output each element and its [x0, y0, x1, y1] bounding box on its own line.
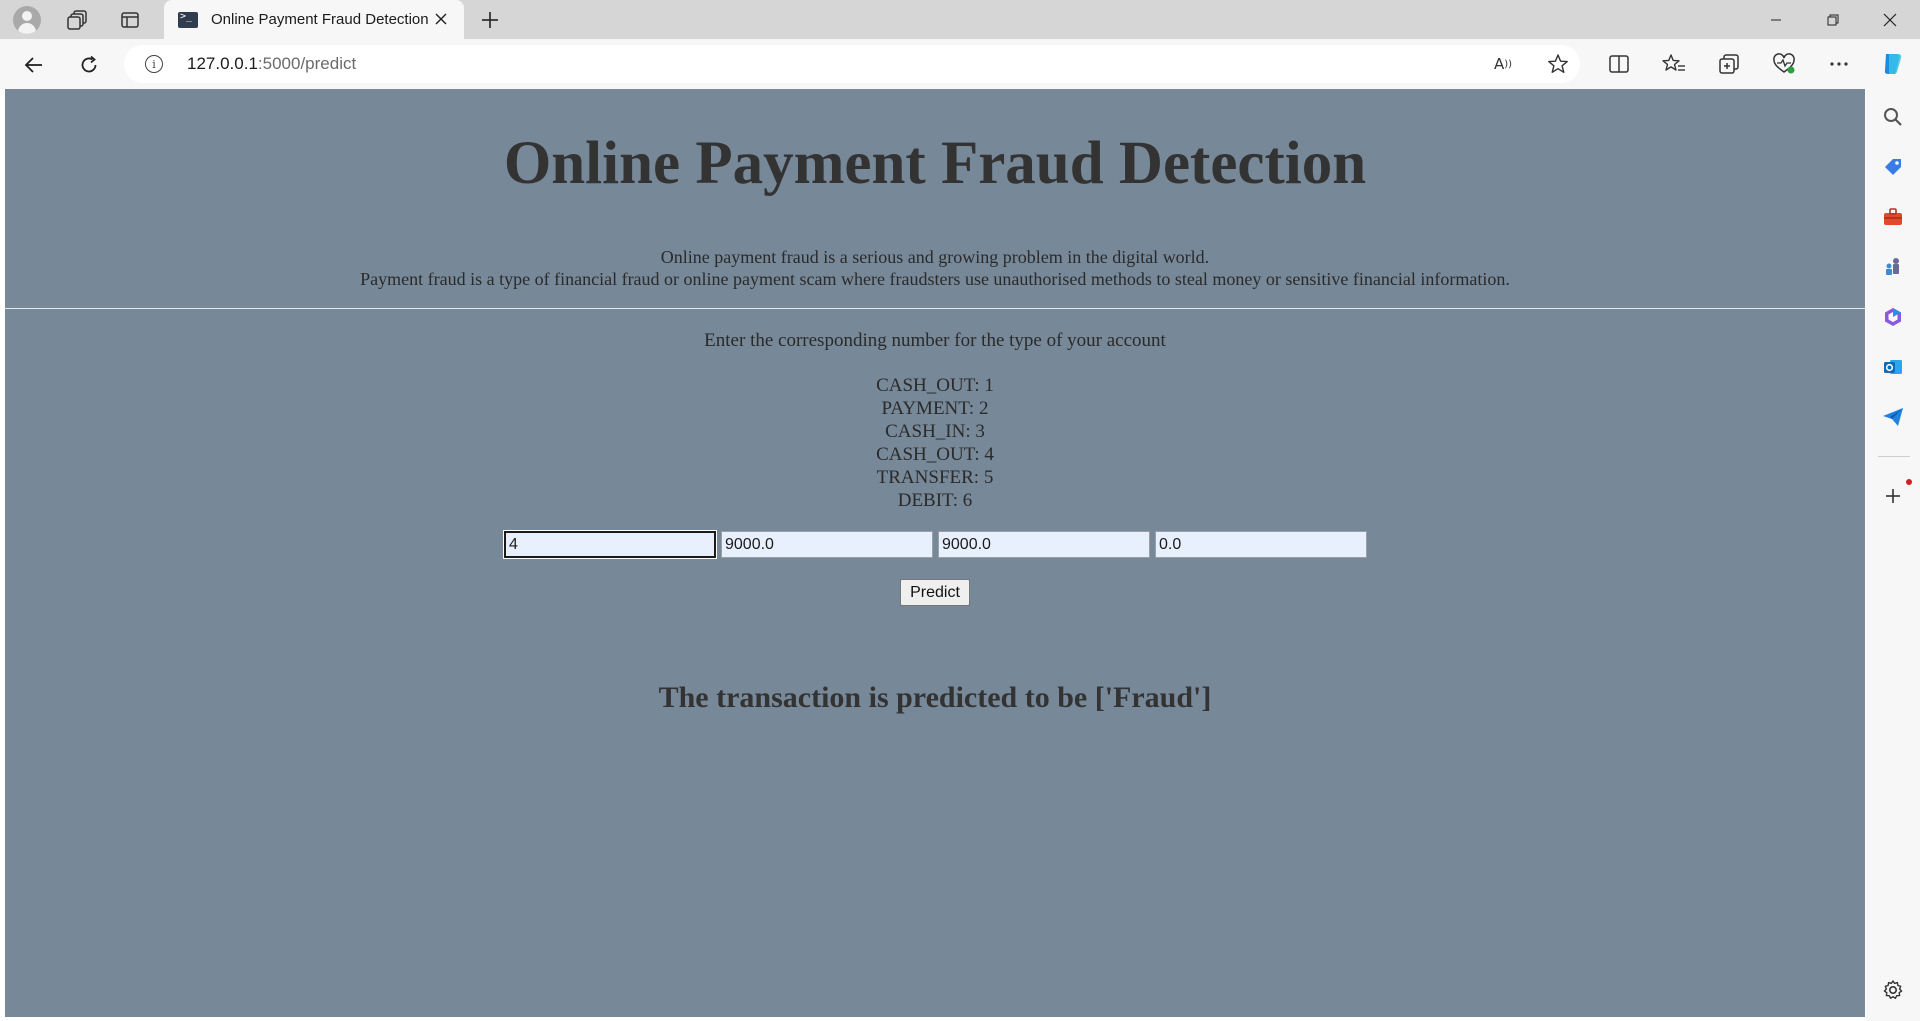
title-bar: Online Payment Fraud Detection: [0, 0, 1920, 39]
page-title: Online Payment Fraud Detection: [503, 130, 1367, 197]
sidebar-outlook-button[interactable]: [1878, 352, 1908, 382]
account-type-item: CASH_OUT: 1: [876, 375, 994, 396]
collections-icon: [1719, 54, 1739, 74]
back-button[interactable]: [18, 49, 50, 81]
sidebar-add-button[interactable]: [1878, 481, 1908, 511]
browser-toolbar: i 127.0.0.1:5000/predict A)): [0, 39, 1920, 89]
close-window-icon: [1883, 13, 1897, 26]
close-icon: [435, 13, 447, 25]
refresh-icon: [81, 55, 97, 73]
microsoft-365-icon: [1885, 308, 1901, 326]
sidebar-search-button[interactable]: [1878, 102, 1908, 132]
amount-input[interactable]: [721, 531, 933, 558]
browser-essentials-icon: [1773, 53, 1795, 74]
tab-actions-icon: [121, 12, 139, 28]
account-type-input[interactable]: [503, 530, 717, 559]
restore-icon: [1827, 14, 1839, 25]
url-text[interactable]: 127.0.0.1:5000/predict: [187, 54, 356, 74]
notification-dot: [1906, 479, 1912, 485]
tools-icon: [1884, 208, 1902, 225]
browser-essentials-button[interactable]: [1769, 50, 1799, 78]
read-aloud-icon[interactable]: A)): [1491, 52, 1515, 76]
edge-sidebar: [1866, 89, 1920, 1021]
split-screen-button[interactable]: [1604, 50, 1634, 78]
prediction-form: [503, 530, 1367, 559]
plus-icon: [482, 12, 498, 28]
account-type-item: PAYMENT: 2: [881, 398, 989, 419]
page-viewport: Online Payment Fraud Detection Online pa…: [5, 89, 1865, 1017]
tab-actions-button[interactable]: [115, 6, 145, 34]
favorites-icon: [1662, 54, 1685, 71]
search-icon: [1884, 108, 1902, 126]
outlook-icon: [1884, 360, 1902, 374]
account-type-item: CASH_IN: 3: [885, 421, 985, 442]
active-tab[interactable]: Online Payment Fraud Detection: [164, 0, 464, 39]
refresh-button[interactable]: [73, 49, 105, 81]
favorites-button[interactable]: [1659, 50, 1689, 78]
terminal-favicon-icon: [178, 11, 198, 28]
more-button[interactable]: [1824, 50, 1854, 78]
address-bar[interactable]: i 127.0.0.1:5000/predict A)): [124, 45, 1580, 83]
close-window-button[interactable]: [1863, 0, 1917, 39]
close-tab-button[interactable]: [430, 8, 452, 30]
games-icon: [1886, 258, 1899, 275]
collections-button[interactable]: [1714, 50, 1744, 78]
sidebar-tools-button[interactable]: [1878, 202, 1908, 232]
star-icon[interactable]: [1546, 52, 1570, 76]
prediction-result: The transaction is predicted to be ['Fra…: [658, 681, 1212, 714]
minimize-icon: [1771, 19, 1781, 20]
sidebar-settings-button[interactable]: [1878, 975, 1908, 1005]
shopping-tag-icon: [1885, 159, 1901, 175]
copilot-button[interactable]: [1877, 50, 1907, 78]
intro-line-1: Online payment fraud is a serious and gr…: [660, 247, 1210, 267]
workspaces-icon: [67, 10, 87, 30]
restore-button[interactable]: [1806, 0, 1860, 39]
new-balance-input[interactable]: [1155, 531, 1367, 558]
instruction-text: Enter the corresponding number for the t…: [704, 330, 1166, 351]
back-arrow-icon: [24, 57, 42, 73]
account-type-list: CASH_OUT: 1 PAYMENT: 2 CASH_IN: 3 CASH_O…: [5, 374, 1865, 512]
profile-icon: [13, 6, 41, 34]
add-icon: [1886, 489, 1900, 503]
minimize-button[interactable]: [1749, 0, 1803, 39]
workspaces-button[interactable]: [63, 6, 93, 34]
predict-button[interactable]: Predict: [900, 579, 970, 606]
url-host: 127.0.0.1: [187, 54, 258, 73]
sidebar-m365-button[interactable]: [1878, 302, 1908, 332]
send-icon: [1883, 408, 1903, 426]
tab-title: Online Payment Fraud Detection: [211, 11, 429, 28]
more-icon: [1830, 62, 1848, 66]
info-icon[interactable]: i: [145, 55, 163, 73]
account-type-item: DEBIT: 6: [897, 490, 973, 511]
account-type-item: CASH_OUT: 4: [876, 444, 994, 465]
sidebar-games-button[interactable]: [1878, 252, 1908, 282]
intro-line-2: Payment fraud is a type of financial fra…: [360, 269, 1510, 289]
copilot-icon: [1884, 54, 1902, 74]
settings-icon: [1883, 980, 1903, 999]
split-screen-icon: [1609, 55, 1629, 73]
intro-text: Online payment fraud is a serious and gr…: [5, 246, 1865, 290]
new-tab-button[interactable]: [476, 6, 504, 34]
profile-button[interactable]: [12, 6, 42, 34]
old-balance-input[interactable]: [938, 531, 1150, 558]
horizontal-rule: [5, 308, 1865, 309]
sidebar-divider: [1878, 456, 1910, 457]
sidebar-send-button[interactable]: [1878, 402, 1908, 432]
account-type-item: TRANSFER: 5: [876, 467, 994, 488]
sidebar-shopping-button[interactable]: [1878, 152, 1908, 182]
url-path: :5000/predict: [257, 54, 357, 73]
